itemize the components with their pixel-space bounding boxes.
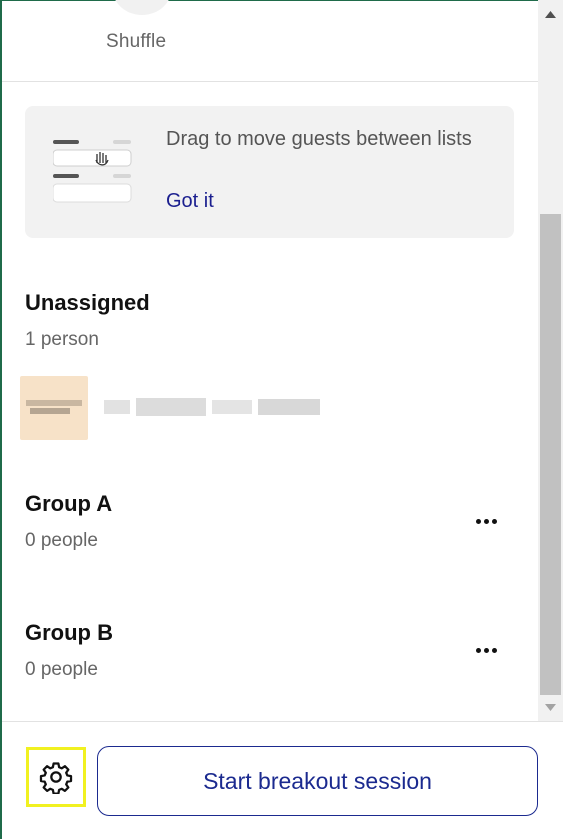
group-b-title: Group B: [25, 620, 113, 645]
divider: [2, 81, 538, 82]
drag-illustration-icon: [53, 140, 132, 203]
group-b-more-options-icon[interactable]: [470, 639, 502, 661]
group-a-count: 0 people: [25, 530, 98, 551]
group-a-title: Group A: [25, 491, 113, 516]
unassigned-count: 1 person: [25, 329, 99, 350]
avatar: [20, 376, 88, 440]
divider: [2, 721, 563, 722]
got-it-link[interactable]: Got it: [166, 190, 214, 213]
tip-text: Drag to move guests between lists: [166, 128, 472, 150]
settings-button[interactable]: [26, 747, 86, 807]
scroll-up-arrow-icon[interactable]: [538, 4, 563, 24]
drag-tip-card: Drag to move guests between lists Got it: [25, 106, 514, 238]
unassigned-title: Unassigned: [25, 290, 150, 315]
gear-icon: [39, 762, 73, 794]
group-b-count: 0 people: [25, 659, 98, 680]
breakout-groups-panel: Shuffle Drag to move guests between list…: [2, 0, 538, 721]
guest-name-blurred: [104, 398, 320, 416]
guest-row[interactable]: [20, 374, 520, 440]
shuffle-button[interactable]: [112, 0, 172, 15]
footer: Start breakout session: [2, 721, 563, 839]
shuffle-label: Shuffle: [106, 31, 167, 52]
scroll-down-arrow-icon[interactable]: [538, 697, 563, 717]
scrollbar[interactable]: [538, 0, 563, 721]
group-a-more-options-icon[interactable]: [470, 510, 502, 532]
start-breakout-session-button[interactable]: Start breakout session: [97, 746, 538, 816]
scrollbar-thumb[interactable]: [540, 214, 561, 695]
